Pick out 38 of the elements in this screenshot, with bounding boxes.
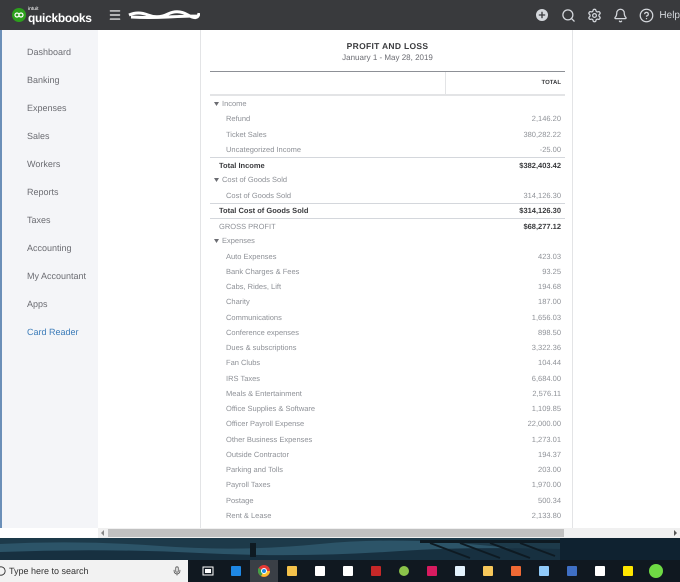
taskbar-search-field[interactable]: Type here to search [0, 560, 188, 582]
scroll-right-icon[interactable] [672, 530, 678, 536]
search-field[interactable]: Type here to search [9, 566, 169, 576]
scribble-drawing [128, 9, 200, 21]
sidebar-item[interactable]: Apps [2, 290, 98, 318]
horizontal-scrollbar[interactable] [98, 528, 680, 538]
sidebar-item[interactable]: Dashboard [2, 38, 98, 66]
report-period: January 1 - May 28, 2019 [342, 53, 433, 62]
app-icon [370, 565, 382, 577]
report-title: PROFIT AND LOSS [346, 41, 428, 51]
sidebar-item[interactable]: Reports [2, 178, 98, 206]
sidebar-item[interactable]: My Accountant [2, 262, 98, 290]
add-icon[interactable] [534, 7, 550, 23]
caret-icon[interactable] [214, 102, 219, 106]
logo-icon [12, 8, 26, 22]
taskbar-button[interactable] [250, 560, 278, 582]
search-icon[interactable] [561, 8, 576, 22]
task-view-icon [202, 565, 214, 577]
microphone-icon[interactable] [172, 566, 182, 576]
scroll-left-icon[interactable] [100, 530, 106, 536]
settings-icon[interactable] [587, 8, 602, 22]
bell-icon[interactable] [613, 8, 628, 22]
caret-icon[interactable] [214, 238, 219, 243]
caret-icon[interactable] [214, 178, 219, 182]
sidebar-item[interactable]: Workers [2, 150, 98, 178]
app-icon [649, 564, 663, 578]
sidebar-item[interactable]: Taxes [2, 206, 98, 234]
app-icon [398, 565, 410, 577]
sidebar-item[interactable]: Banking [2, 66, 98, 94]
sidebar-item[interactable]: Expenses [2, 94, 98, 122]
sidebar-item[interactable]: Accounting [2, 234, 98, 262]
help-link[interactable]: Help [659, 10, 680, 20]
sidebar-link[interactable]: Card Reader [2, 318, 98, 346]
help-icon[interactable] [639, 8, 654, 22]
sidebar-item[interactable]: Sales [2, 122, 98, 150]
scroll-thumb[interactable] [108, 529, 564, 537]
logo-text: quickbooks [28, 12, 92, 24]
menu-icon[interactable] [108, 8, 122, 22]
